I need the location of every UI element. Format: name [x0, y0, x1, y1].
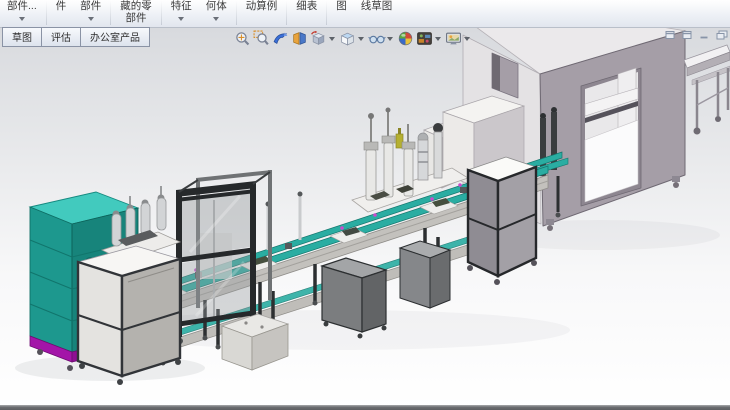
window-restore-icon[interactable] — [665, 30, 676, 40]
heads-up-view-toolbar — [233, 29, 473, 48]
command-button-insert-component[interactable]: 件 — [49, 0, 74, 27]
command-button-motion-study[interactable]: 动算例 — [239, 0, 285, 27]
toolbar-separator — [326, 1, 327, 25]
view-settings-icon[interactable] — [444, 29, 463, 48]
chevron-down-icon[interactable] — [387, 37, 393, 41]
view-orientation-icon[interactable] — [309, 29, 328, 48]
toolbar-separator — [46, 1, 47, 25]
chevron-down-icon — [178, 17, 184, 21]
chevron-down-icon — [88, 17, 94, 21]
command-button-line-sketch[interactable]: 线草图 — [354, 0, 400, 27]
window-popout-icon[interactable] — [716, 30, 728, 40]
zoom-to-fit-icon[interactable] — [233, 29, 252, 48]
chevron-down-icon[interactable] — [464, 37, 470, 41]
command-button-components[interactable]: 部件... — [0, 0, 44, 27]
edit-appearance-icon[interactable] — [396, 29, 415, 48]
window-restore-icon[interactable] — [682, 30, 693, 40]
command-button-show-hidden-components[interactable]: 藏的零 部件 — [113, 0, 159, 27]
previous-view-icon[interactable] — [271, 29, 290, 48]
command-button-label: 部件... — [7, 1, 37, 12]
command-button-bill-of-materials[interactable]: 细表 — [289, 0, 324, 27]
chevron-down-icon — [213, 17, 219, 21]
command-button-assembly-features[interactable]: 特征 — [164, 0, 199, 27]
section-view-icon[interactable] — [290, 29, 309, 48]
tab-sketch[interactable]: 草图 — [2, 27, 42, 47]
chevron-down-icon[interactable] — [435, 37, 441, 41]
toolbar-separator — [161, 1, 162, 25]
command-button-label: 特征 — [171, 1, 192, 12]
toolbar-separator — [286, 1, 287, 25]
tab-office-products[interactable]: 办公室产品 — [81, 27, 150, 47]
command-button-label: 细表 — [296, 1, 317, 12]
window-minimize-icon[interactable] — [699, 30, 710, 40]
chevron-down-icon[interactable] — [329, 37, 335, 41]
command-button-label: 件 — [56, 1, 67, 12]
display-style-icon[interactable] — [338, 29, 357, 48]
graphics-viewport[interactable] — [0, 27, 730, 410]
command-button-exploded-view[interactable]: 图 — [329, 0, 354, 27]
command-button-label: 图 — [336, 1, 347, 12]
command-button-reference-geometry[interactable]: 何体 — [199, 0, 234, 27]
zoom-to-area-icon[interactable] — [252, 29, 271, 48]
tab-evaluate[interactable]: 评估 — [42, 27, 81, 47]
command-button-label: 藏的零 — [120, 1, 152, 12]
assembly-model — [0, 27, 730, 410]
toolbar-separator — [110, 1, 111, 25]
command-button-move-component[interactable]: 部件 — [73, 0, 108, 27]
chevron-down-icon[interactable] — [358, 37, 364, 41]
status-bar — [0, 405, 730, 410]
command-manager-toolbar: 部件... 件 部件 藏的零 部件 特征 何体 动算例 细表 图 线草图 — [0, 0, 730, 28]
command-button-label: 部件 — [126, 13, 147, 24]
document-window-controls — [665, 30, 728, 40]
apply-scene-icon[interactable] — [415, 29, 434, 48]
hide-show-items-icon[interactable] — [367, 29, 386, 48]
command-button-label: 何体 — [206, 1, 227, 12]
command-button-label: 部件 — [80, 1, 101, 12]
chevron-down-icon — [19, 17, 25, 21]
toolbar-separator — [236, 1, 237, 25]
command-button-label: 线草图 — [361, 1, 393, 12]
command-manager-tabs: 草图 评估 办公室产品 — [2, 27, 150, 47]
command-button-label: 动算例 — [246, 1, 278, 12]
